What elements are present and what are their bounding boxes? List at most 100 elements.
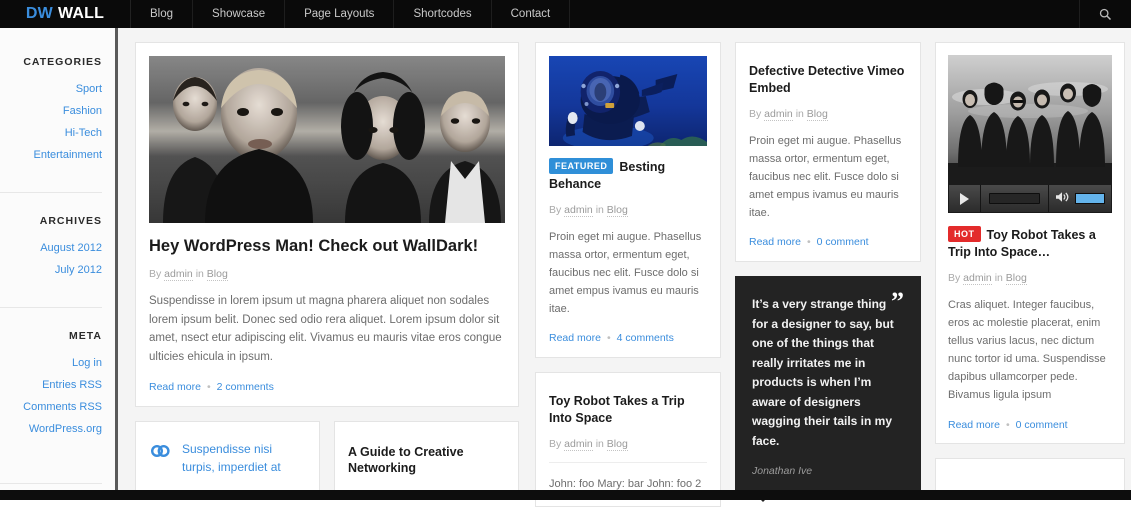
post-title[interactable]: Hey WordPress Man! Check out WallDark! [149,236,505,257]
post-title[interactable]: FEATURED Besting Behance [549,158,707,193]
meta-category-link[interactable]: Blog [606,203,628,217]
post-title[interactable]: HOT Toy Robot Takes a Trip Into Space… [948,226,1112,261]
post-card-quote[interactable]: ” It’s a very strange thing for a design… [735,276,921,502]
sidebar-link-hi-tech[interactable]: Hi-Tech [0,122,102,144]
meta-prefix: By [948,271,964,284]
grid-column-3: Defective Detective Vimeo Embed By admin… [735,42,921,506]
comments-link[interactable]: 4 comments [617,332,674,344]
post-meta: By admin in Blog [749,107,907,121]
search-button[interactable] [1080,0,1131,28]
post-card-guide[interactable]: A Guide to Creative Networking [334,420,519,499]
read-more-link[interactable]: Read more [149,381,201,393]
read-more-link[interactable]: Read more [948,419,1000,431]
sidebar-link-august-2012[interactable]: August 2012 [0,237,102,259]
meta-author-link[interactable]: admin [564,438,593,452]
meta-author-link[interactable]: admin [764,107,793,121]
meta-prefix: By [749,107,765,120]
post-footer: Read more • 2 comments [149,381,505,393]
volume-level [1075,193,1105,204]
site-header: DW WALL Blog Showcase Page Layouts Short… [0,0,1131,28]
audio-player[interactable] [948,185,1112,213]
link-post-text[interactable]: Suspendisse nisi turpis, imperdiet at [182,440,306,477]
post-meta: By admin in Blog [549,438,707,452]
post-footer: Read more • 4 comments [549,332,707,344]
meta-author-link[interactable]: admin [564,203,593,217]
quote-text: It’s a very strange thing for a designer… [752,297,894,448]
featured-image-band-photo [149,56,505,223]
post-card-vimeo[interactable]: Defective Detective Vimeo Embed By admin… [735,42,921,263]
featured-badge: FEATURED [549,158,614,175]
meta-prefix: By [549,203,565,216]
post-meta: By admin in Blog [549,203,707,217]
widget-categories: CATEGORIES Sport Fashion Hi-Tech Enterta… [0,56,102,179]
page-body: CATEGORIES Sport Fashion Hi-Tech Enterta… [0,28,1131,508]
sidebar-link-log-in[interactable]: Log in [0,352,102,374]
nav-item-blog[interactable]: Blog [131,0,194,28]
meta-author-link[interactable]: admin [963,271,992,285]
nav-spacer [570,0,1080,28]
read-more-link[interactable]: Read more [549,332,601,344]
sidebar-link-entertainment[interactable]: Entertainment [0,144,102,166]
meta-mid: in [991,271,1006,284]
meta-category-link[interactable]: Blog [206,268,228,282]
post-excerpt: Proin eget mi augue. Phasellus massa ort… [749,134,902,220]
sidebar-link-wordpress-org[interactable]: WordPress.org [0,418,102,440]
post-meta: By admin in Blog [149,268,505,282]
nav-item-page-layouts[interactable]: Page Layouts [285,0,395,28]
audio-progress-track[interactable] [981,185,1049,212]
post-card-link[interactable]: Suspendisse nisi turpis, imperdiet at [135,420,320,499]
read-more-link[interactable]: Read more [749,236,801,248]
comments-link[interactable]: 0 comment [817,236,869,248]
logo-prefix: DW [25,5,53,22]
post-excerpt: Cras aliquet. Integer faucibus, eros ac … [948,298,1106,402]
sidebar-link-entries-rss[interactable]: Entries RSS [0,374,102,396]
sidebar-link-comments-rss[interactable]: Comments RSS [0,396,102,418]
post-meta: By admin in Blog [948,271,1112,285]
play-icon [960,192,969,205]
nav-item-showcase[interactable]: Showcase [193,0,286,28]
post-title[interactable]: Defective Detective Vimeo Embed [749,63,907,97]
comments-link[interactable]: 2 comments [217,381,274,393]
post-card-behance[interactable]: FEATURED Besting Behance By admin in Blog… [535,42,721,359]
sidebar-link-july-2012[interactable]: July 2012 [0,259,102,281]
post-card-audio[interactable]: HOT Toy Robot Takes a Trip Into Space… By… [935,42,1125,444]
sidebar-link-sport[interactable]: Sport [0,78,102,100]
link-icon [149,443,171,464]
widget-archives: ARCHIVES August 2012 July 2012 [0,192,102,294]
meta-mid: in [592,438,607,451]
widget-title-categories: CATEGORIES [23,56,102,68]
sidebar-link-fashion[interactable]: Fashion [0,100,102,122]
nav-item-contact[interactable]: Contact [492,0,571,28]
featured-image-band-group [948,55,1112,185]
bottom-card-row: Suspendisse nisi turpis, imperdiet at A … [135,420,519,499]
post-card-featured-main[interactable]: Hey WordPress Man! Check out WallDark! B… [135,42,519,407]
post-title[interactable]: Toy Robot Takes a Trip Into Space [549,393,707,427]
post-card-toy-robot-small[interactable]: Toy Robot Takes a Trip Into Space By adm… [535,372,721,508]
hot-badge: HOT [948,226,981,243]
meta-author-link[interactable]: admin [164,268,193,282]
volume-icon [1055,190,1070,208]
meta-category-link[interactable]: Blog [606,438,628,452]
footer-separator: • [206,380,211,393]
grid-column-2: FEATURED Besting Behance By admin in Blog… [535,42,721,521]
nav-item-shortcodes[interactable]: Shortcodes [394,0,492,28]
footer-separator: • [606,332,611,345]
meta-prefix: By [549,438,565,451]
meta-mid: in [792,107,807,120]
post-footer: Read more • 0 comment [749,236,907,248]
audio-progress-bar [989,193,1040,204]
grid-column-4: HOT Toy Robot Takes a Trip Into Space… By… [935,42,1125,512]
meta-category-link[interactable]: Blog [1005,271,1027,285]
footer-separator: • [806,236,811,249]
meta-prefix: By [149,268,165,281]
search-icon [1099,8,1112,21]
meta-category-link[interactable]: Blog [806,107,828,121]
footer-separator: • [1005,418,1010,431]
site-logo[interactable]: DW WALL [0,0,131,28]
widget-meta: META Log in Entries RSS Comments RSS Wor… [0,307,102,453]
volume-control[interactable] [1049,185,1111,212]
comments-link[interactable]: 0 comment [1016,419,1068,431]
play-button[interactable] [949,185,981,212]
logo-suffix: WALL [57,5,105,22]
post-title[interactable]: A Guide to Creative Networking [348,444,505,478]
